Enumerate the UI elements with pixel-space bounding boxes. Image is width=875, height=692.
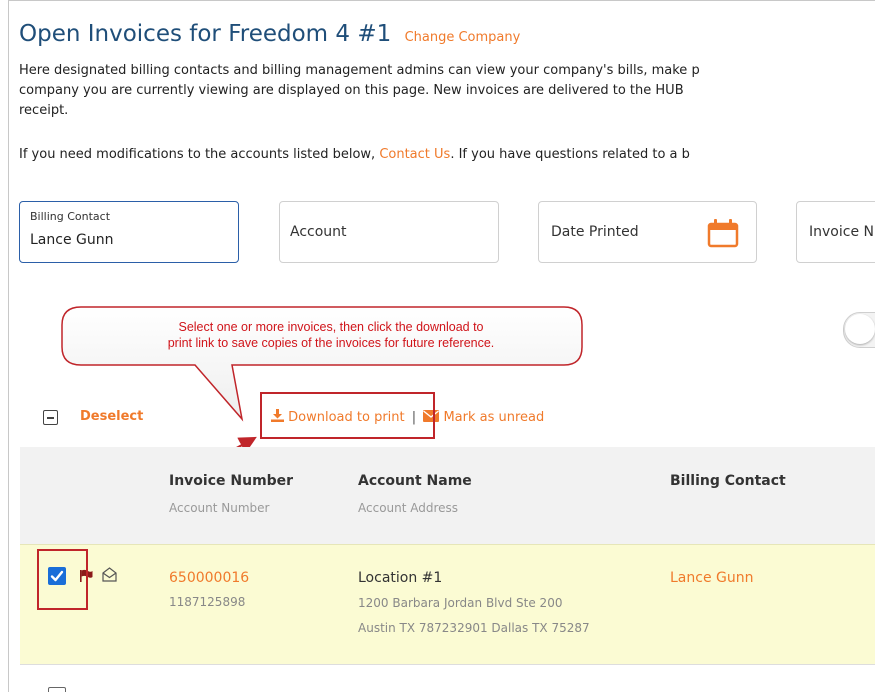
- page-frame: Open Invoices for Freedom 4 #1 Change Co…: [8, 0, 875, 692]
- account-number: 1187125898: [169, 595, 246, 609]
- callout-line-1: Select one or more invoices, then click …: [178, 320, 484, 334]
- envelope-icon[interactable]: [423, 410, 440, 422]
- account-address-line-1: 1200 Barbara Jordan Blvd Ste 200: [358, 596, 563, 610]
- col-account-number: Account Number: [169, 501, 270, 515]
- account-address-line-2: Austin TX 787232901 Dallas TX 75287: [358, 621, 590, 635]
- col-account-address: Account Address: [358, 501, 459, 515]
- toolbar-separator: |: [411, 410, 417, 425]
- table-header: Invoice Number Account Number Account Na…: [20, 447, 875, 544]
- deselect-checkbox[interactable]: [43, 410, 58, 425]
- invoice-number[interactable]: 650000016: [169, 570, 249, 586]
- table-row[interactable]: [20, 664, 875, 692]
- deselect-link[interactable]: Deselect: [80, 409, 143, 424]
- envelope-open-icon[interactable]: [102, 567, 117, 582]
- callout-line-2: print link to save copies of the invoice…: [167, 336, 495, 350]
- bulk-actions: Download to print | Mark as unread: [271, 409, 544, 425]
- col-billing-contact[interactable]: Billing Contact: [670, 473, 786, 489]
- download-icon[interactable]: [271, 409, 284, 422]
- mark-as-unread-link[interactable]: Mark as unread: [443, 410, 544, 425]
- account-name: Location #1: [358, 570, 443, 586]
- billing-contact[interactable]: Lance Gunn: [670, 570, 753, 586]
- table-row[interactable]: 650000016 1187125898 Location #1 1200 Ba…: [20, 544, 875, 665]
- checkbox-highlight-box: [37, 549, 88, 610]
- download-to-print-link[interactable]: Download to print: [288, 410, 404, 425]
- row-select-checkbox[interactable]: [48, 687, 66, 692]
- callout-text: Select one or more invoices, then click …: [96, 319, 566, 351]
- col-invoice-number[interactable]: Invoice Number: [169, 473, 293, 489]
- col-account-name[interactable]: Account Name: [358, 473, 472, 489]
